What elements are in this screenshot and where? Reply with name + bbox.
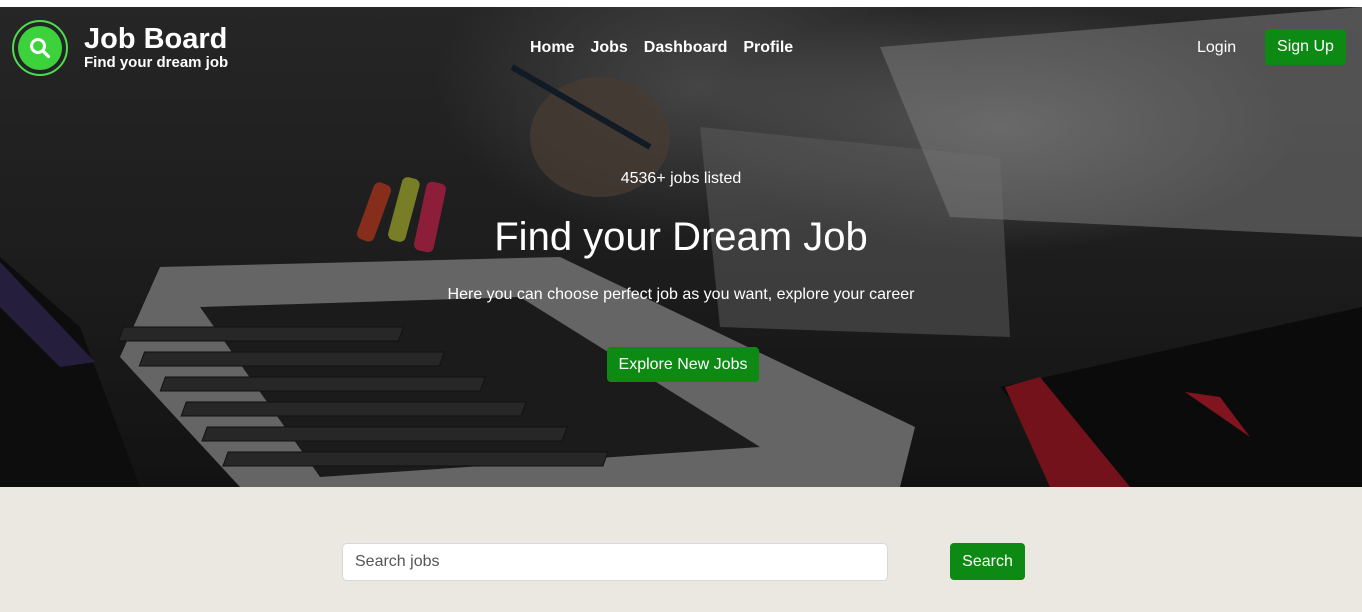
brand-title: Job Board	[84, 23, 228, 55]
hero-headline: Find your Dream Job	[494, 215, 868, 259]
nav-item-dashboard[interactable]: Dashboard	[644, 39, 728, 57]
signup-button[interactable]: Sign Up	[1265, 29, 1346, 65]
logo-inner-circle	[18, 26, 62, 70]
search-icon	[30, 38, 51, 59]
nav-item-profile[interactable]: Profile	[743, 39, 793, 57]
top-strip	[0, 0, 1362, 7]
hero-section: Job Board Find your dream job Home Jobs …	[0, 7, 1362, 487]
hero-subline: Here you can choose perfect job as you w…	[447, 286, 915, 303]
search-section: Search	[0, 487, 1362, 612]
nav-item-home[interactable]: Home	[530, 39, 574, 57]
explore-jobs-button[interactable]: Explore New Jobs	[607, 347, 759, 382]
brand-logo[interactable]: Job Board Find your dream job	[12, 20, 228, 76]
jobs-count-text: 4536+ jobs listed	[620, 170, 742, 187]
brand-text: Job Board Find your dream job	[84, 24, 228, 72]
nav-item-jobs[interactable]: Jobs	[590, 39, 627, 57]
brand-tagline: Find your dream job	[84, 54, 229, 71]
logo-badge	[12, 20, 68, 76]
search-input[interactable]	[342, 543, 888, 581]
login-link[interactable]: Login	[1197, 39, 1236, 57]
search-button[interactable]: Search	[950, 543, 1025, 580]
main-nav: Home Jobs Dashboard Profile	[530, 39, 793, 57]
